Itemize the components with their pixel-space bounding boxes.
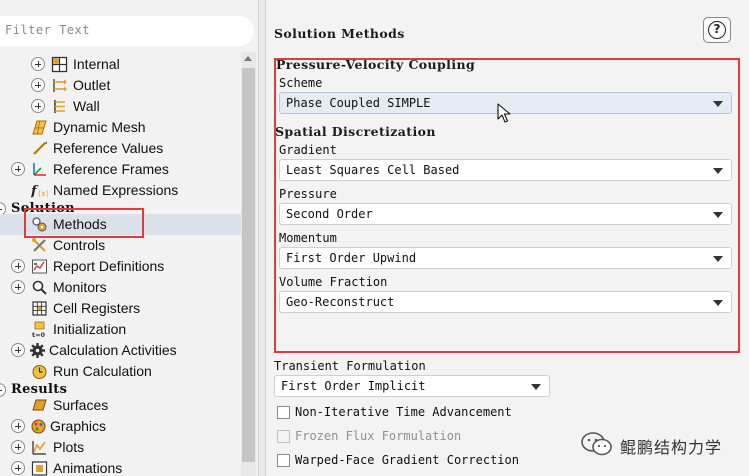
- controls-wrench-icon: [32, 238, 46, 252]
- boundary-outlet-icon: [53, 79, 67, 92]
- expand-icon[interactable]: [11, 343, 25, 357]
- run-calculation-icon: [32, 365, 47, 379]
- tree-item-label: Run Calculation: [53, 363, 152, 379]
- tree-item-label: Plots: [53, 439, 85, 455]
- boundary-wall-icon: [54, 100, 65, 113]
- tree-scrollbar[interactable]: [241, 52, 256, 476]
- checkbox-box: [277, 430, 290, 443]
- tree-item-controls[interactable]: Controls: [0, 235, 241, 256]
- expand-icon[interactable]: [11, 259, 25, 273]
- chevron-down-icon: [531, 384, 541, 390]
- checkbox-label: Warped-Face Gradient Correction: [295, 453, 519, 467]
- expand-icon[interactable]: [11, 440, 25, 454]
- checkbox-label: Non-Iterative Time Advancement: [295, 405, 512, 419]
- expand-icon[interactable]: [31, 99, 45, 113]
- reference-frames-icon: [33, 163, 46, 176]
- watermark-text: 鲲鹏结构力学: [620, 438, 723, 457]
- tree-item-report-definitions[interactable]: Report Definitions: [0, 256, 241, 277]
- expand-icon[interactable]: [11, 162, 25, 176]
- transient-formulation-value: First Order Implicit: [281, 379, 426, 393]
- tree-item-wall[interactable]: Wall: [0, 96, 241, 117]
- tree-item-label: Wall: [73, 98, 100, 114]
- monitors-magnifier-icon: [32, 280, 47, 295]
- tree-item-label: Calculation Activities: [49, 342, 177, 358]
- tree-item-label: Internal: [73, 56, 120, 72]
- boundary-internal-icon: [51, 56, 68, 73]
- expand-icon[interactable]: [11, 461, 25, 475]
- tree-item-surfaces[interactable]: Surfaces: [0, 395, 241, 416]
- transient-formulation-dropdown[interactable]: First Order Implicit: [274, 375, 550, 397]
- scroll-thumb[interactable]: [242, 68, 255, 462]
- mouse-cursor-icon: [497, 103, 511, 123]
- help-icon: ?: [708, 21, 726, 39]
- expand-icon[interactable]: [31, 78, 45, 92]
- expand-icon[interactable]: [11, 419, 25, 433]
- cell-registers-icon: [32, 301, 47, 316]
- tree-item-reference-values[interactable]: Reference Values: [0, 138, 241, 159]
- svg-text:t=0: t=0: [32, 331, 46, 338]
- outline-tree-panel: Filter Text Internal Outlet Wall Dynamic…: [0, 0, 258, 476]
- panel-title: Solution Methods: [274, 26, 405, 41]
- filter-placeholder: Filter Text: [5, 23, 90, 37]
- wechat-logo-icon: [581, 432, 612, 456]
- solution-methods-panel: Solution Methods ? Pressure-Velocity Cou…: [266, 0, 749, 476]
- tree-item-animations[interactable]: Animations: [0, 458, 241, 476]
- warped-face-gradient-correction-checkbox[interactable]: Warped-Face Gradient Correction: [274, 452, 524, 470]
- checkbox-box[interactable]: [277, 454, 290, 467]
- animations-film-icon: [31, 461, 48, 476]
- checkbox-label: Frozen Flux Formulation: [295, 429, 462, 443]
- tree-item-label: Monitors: [53, 279, 107, 295]
- tree-item-calculation-activities[interactable]: Calculation Activities: [0, 340, 241, 361]
- gear-icon: [30, 343, 45, 358]
- dynamic-mesh-icon: [32, 120, 47, 135]
- filter-input[interactable]: Filter Text: [0, 16, 254, 46]
- surfaces-icon: [32, 399, 47, 411]
- expand-icon[interactable]: [31, 57, 45, 71]
- tree-item-graphics[interactable]: Graphics: [0, 416, 241, 437]
- transient-formulation-label: Transient Formulation: [274, 359, 426, 373]
- tree-item-label: Reference Frames: [53, 161, 169, 177]
- tree-item-named-expressions[interactable]: f (x) Named Expressions: [0, 180, 241, 201]
- tree-item-label: Initialization: [53, 321, 127, 337]
- graphics-palette-icon: [31, 419, 46, 434]
- frozen-flux-formulation-checkbox: Frozen Flux Formulation: [274, 428, 474, 446]
- tree-item-label: Dynamic Mesh: [53, 119, 146, 135]
- tree-item-reference-frames[interactable]: Reference Frames: [0, 159, 241, 180]
- tree-item-label: Reference Values: [53, 140, 164, 156]
- tree-item-label: Controls: [53, 237, 106, 253]
- initialization-icon: t=0: [32, 321, 46, 338]
- tree-item-label: Named Expressions: [53, 182, 179, 198]
- tree-item-label: Cell Registers: [53, 300, 141, 316]
- plots-icon: [32, 441, 46, 455]
- tree-item-label: Surfaces: [53, 397, 109, 413]
- non-iterative-time-advancement-checkbox[interactable]: Non-Iterative Time Advancement: [274, 404, 524, 422]
- help-button[interactable]: ?: [703, 17, 731, 43]
- svg-text:(x): (x): [38, 189, 48, 198]
- tree-item-initialization[interactable]: t=0 Initialization: [0, 319, 241, 340]
- scroll-up-arrow-icon[interactable]: [241, 52, 256, 66]
- tree-item-label: Outlet: [73, 77, 111, 93]
- tree-item-internal[interactable]: Internal: [0, 54, 241, 75]
- tree-item-plots[interactable]: Plots: [0, 437, 241, 458]
- tree-item-label: Animations: [53, 460, 123, 476]
- expand-icon[interactable]: [11, 280, 25, 294]
- function-expression-icon: f (x): [31, 184, 48, 199]
- tree-item-run-calculation[interactable]: Run Calculation: [0, 361, 241, 382]
- reference-values-icon: [33, 141, 47, 155]
- tree-item-dynamic-mesh[interactable]: Dynamic Mesh: [0, 117, 241, 138]
- tree-item-outlet[interactable]: Outlet: [0, 75, 241, 96]
- tree-item-label: Graphics: [50, 418, 107, 434]
- checkbox-box[interactable]: [277, 406, 290, 419]
- tree-item-cell-registers[interactable]: Cell Registers: [0, 298, 241, 319]
- report-definitions-icon: [32, 259, 47, 274]
- tree-item-monitors[interactable]: Monitors: [0, 277, 241, 298]
- methods-highlight-box: [24, 208, 144, 238]
- panel-splitter[interactable]: [258, 0, 266, 476]
- tree-item-label: Report Definitions: [53, 258, 165, 274]
